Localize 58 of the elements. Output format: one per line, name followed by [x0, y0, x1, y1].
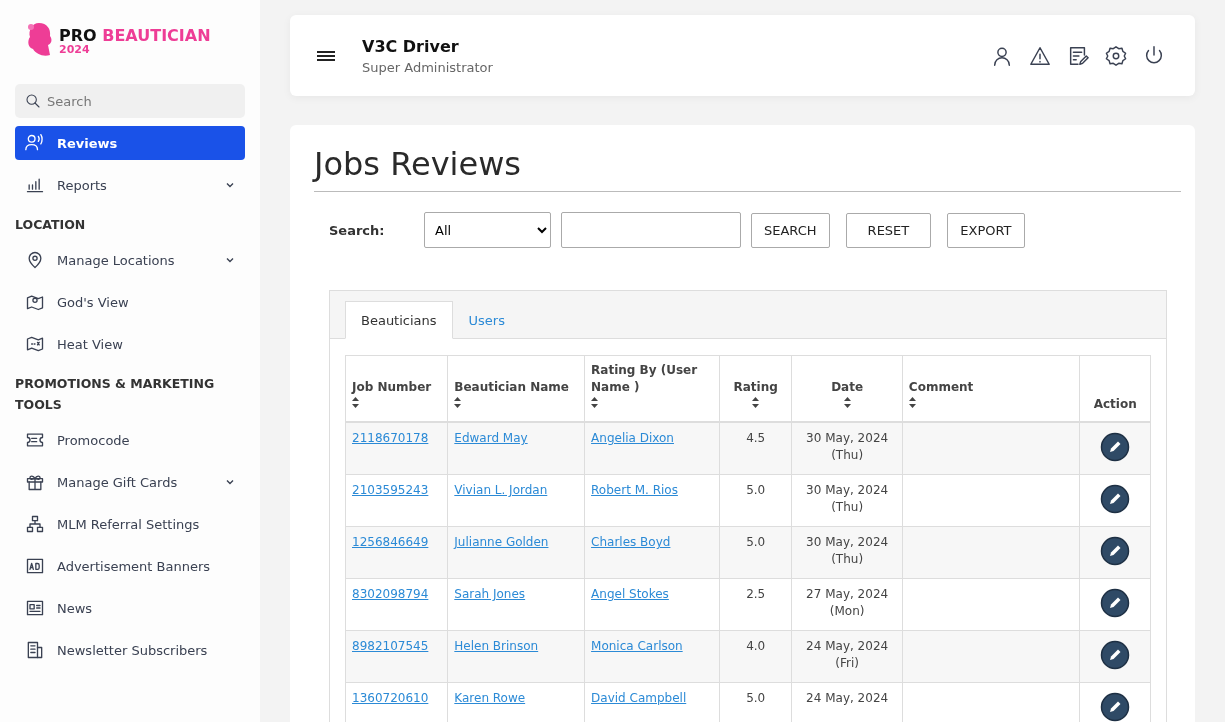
beautician-link[interactable]: Edward May [454, 431, 528, 445]
rating-value: 2.5 [746, 587, 766, 601]
sidebar-item[interactable]: Reports [15, 168, 245, 202]
reset-button[interactable]: RESET [845, 212, 932, 248]
section-heading: PROMOTIONS & MARKETING TOOLS [15, 375, 216, 414]
sidebar-item[interactable]: Manage Gift Cards [15, 465, 245, 499]
tab[interactable]: Beauticians [345, 301, 453, 339]
rating-value: 4.0 [746, 639, 766, 653]
rating-value: 5.0 [746, 535, 766, 549]
job-number-link[interactable]: 2118670178 [352, 431, 429, 445]
sidebar-item[interactable]: Promocode [15, 423, 245, 457]
user-link[interactable]: Monica Carlson [591, 639, 683, 653]
user-role: Super Administrator [362, 59, 494, 75]
user-link[interactable]: Angelia Dixon [591, 431, 674, 445]
page-title: Jobs Reviews [314, 145, 1181, 192]
review-date: 30 May, 2024 [806, 535, 889, 549]
search-field[interactable]: Search [15, 84, 245, 118]
rating-value: 5.0 [746, 691, 766, 705]
review-day: (Thu) [831, 500, 864, 514]
review-day: (Fri) [835, 656, 859, 670]
beautician-link[interactable]: Sarah Jones [454, 587, 526, 601]
sidebar-item[interactable]: Heat View [15, 327, 245, 361]
review-day: (Thu) [831, 448, 864, 462]
rating-value: 5.0 [746, 483, 766, 497]
user-link[interactable]: Robert M. Rios [591, 483, 678, 497]
brand-year: 2024 [59, 43, 91, 55]
job-number-link[interactable]: 2103595243 [352, 483, 429, 497]
rating-value: 4.5 [746, 431, 766, 445]
review-date: 24 May, 2024 [806, 691, 889, 705]
sidebar-item[interactable]: Reviews [15, 126, 245, 160]
sidebar-item[interactable]: God's View [15, 285, 245, 319]
sidebar-item[interactable]: Advertisement Banners [15, 549, 245, 583]
job-number-link[interactable]: 8302098794 [352, 587, 429, 601]
filter-dropdown[interactable]: All [424, 212, 551, 248]
review-date: 24 May, 2024 [806, 639, 889, 653]
brand-name: PRO BEAUTICIAN [59, 27, 211, 44]
user-name: V3C Driver [362, 36, 460, 56]
review-day: (Thu) [831, 552, 864, 566]
review-date: 27 May, 2024 [806, 587, 889, 601]
sidebar-item[interactable]: Manage Locations [15, 243, 245, 277]
export-button[interactable]: EXPORT [947, 212, 1025, 248]
beautician-link[interactable]: Helen Brinson [454, 639, 539, 653]
review-date: 30 May, 2024 [806, 431, 889, 445]
beautician-link[interactable]: Vivian L. Jordan [454, 483, 548, 497]
sidebar-item[interactable]: Newsletter Subscribers [15, 633, 245, 667]
user-link[interactable]: Charles Boyd [591, 535, 671, 549]
review-day: (Mon) [829, 604, 865, 618]
beautician-link[interactable]: Karen Rowe [454, 691, 526, 705]
search-button[interactable]: SEARCH [751, 212, 830, 248]
sidebar-item[interactable]: News [15, 591, 245, 625]
section-heading: LOCATION [15, 216, 87, 234]
beautician-link[interactable]: Julianne Golden [454, 535, 549, 549]
job-number-link[interactable]: 1256846649 [352, 535, 429, 549]
search-label: Search: [329, 222, 386, 238]
sidebar-item[interactable]: MLM Referral Settings [15, 507, 245, 541]
user-link[interactable]: Angel Stokes [591, 587, 669, 601]
review-date: 30 May, 2024 [806, 483, 889, 497]
job-number-link[interactable]: 8982107545 [352, 639, 429, 653]
